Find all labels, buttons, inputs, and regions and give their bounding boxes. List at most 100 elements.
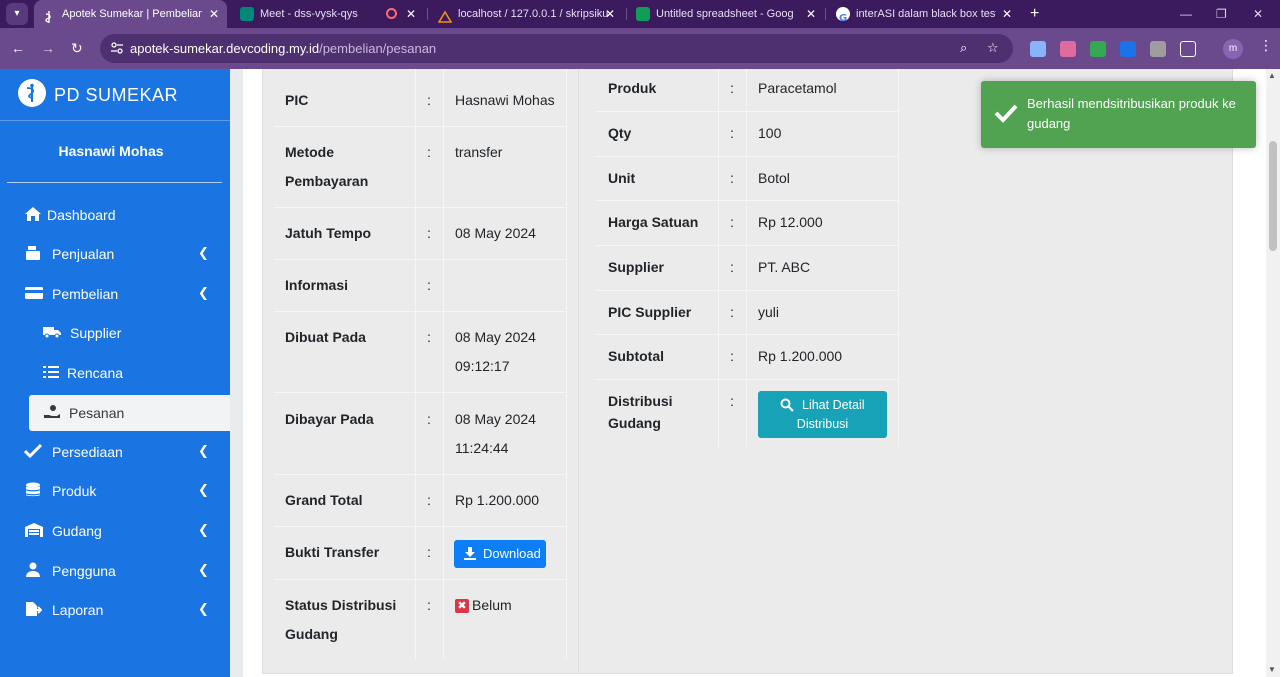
close-window-icon[interactable]: ✕ xyxy=(1253,0,1263,28)
camera-extension-icon[interactable] xyxy=(1150,41,1166,57)
profile-avatar[interactable]: m xyxy=(1223,39,1243,59)
separator: : xyxy=(427,492,431,508)
sidebar-item-label: Dashboard xyxy=(47,207,116,223)
sidebar-item-supplier[interactable]: Supplier xyxy=(0,315,230,351)
harga-satuan-label: Harga Satuan xyxy=(608,214,699,230)
shield-extension-icon[interactable] xyxy=(1090,41,1106,57)
zoom-icon[interactable]: ⌕ xyxy=(960,40,967,56)
table-row-divider xyxy=(596,200,898,201)
sidebar-item-pesanan[interactable]: Pesanan xyxy=(29,395,230,431)
sidebar-item-dashboard[interactable]: Dashboard xyxy=(0,197,230,233)
list-icon xyxy=(42,364,60,380)
scroll-down-icon[interactable]: ▼ xyxy=(1268,665,1276,674)
google-icon: G xyxy=(836,7,850,24)
dibayar-time: 11:24:44 xyxy=(455,440,509,456)
qty-value: 100 xyxy=(758,125,782,141)
separator: : xyxy=(730,304,734,320)
sidebar-item-persediaan[interactable]: Persediaan ❮ xyxy=(0,434,230,470)
chevron-left-icon: ❮ xyxy=(198,245,209,260)
dibuat-date: 08 May 2024 xyxy=(455,329,536,345)
separator: : xyxy=(730,393,734,409)
sidebar-user-name[interactable]: Hasnawi Mohas xyxy=(0,143,222,159)
sidebar-item-gudang[interactable]: Gudang ❮ xyxy=(0,513,230,549)
pma-icon xyxy=(437,7,453,23)
credit-card-icon xyxy=(24,285,43,301)
sidebar-item-pengguna[interactable]: Pengguna ❮ xyxy=(0,553,230,589)
site-info-icon[interactable] xyxy=(110,41,124,55)
tab-interasi[interactable]: G interASI dalam black box testing ✕ xyxy=(828,0,1023,28)
tab-search-icon[interactable]: ▾ xyxy=(6,3,28,25)
detail-button-label: Lihat Detail xyxy=(802,398,865,412)
gear-extension-icon[interactable] xyxy=(1120,41,1136,57)
close-tab-icon[interactable]: ✕ xyxy=(406,0,416,28)
url-host: apotek-sumekar.devcoding.my.id xyxy=(130,41,320,56)
check-icon xyxy=(994,103,1018,128)
brand[interactable]: PD SUMEKAR xyxy=(0,69,230,121)
informasi-label: Informasi xyxy=(285,277,349,293)
sidebar-item-penjualan[interactable]: Penjualan ❮ xyxy=(0,236,230,272)
svg-text:G: G xyxy=(839,13,847,24)
sidebar-item-label: Rencana xyxy=(67,365,124,381)
check-icon xyxy=(23,443,43,459)
success-toast[interactable]: Berhasil mendsitribusikan produk ke guda… xyxy=(981,81,1256,148)
tab-spreadsheet[interactable]: Untitled spreadsheet - Google S ✕ xyxy=(628,0,823,28)
separator: : xyxy=(730,348,734,364)
separator: : xyxy=(427,544,431,560)
browser-menu-icon[interactable]: ⋮ xyxy=(1259,37,1273,54)
pic-value: Hasnawi Mohas xyxy=(455,92,555,108)
metode-value: transfer xyxy=(455,144,503,160)
browser-tab-bar: ▾ Apotek Sumekar | Pembelian Pe ✕ Meet -… xyxy=(0,0,1280,28)
new-tab-button[interactable]: + xyxy=(1030,0,1039,28)
cross-mark-icon: ✖ xyxy=(455,599,469,613)
detail-button-label-line2: Distribusi xyxy=(796,417,849,431)
subtotal-value: Rp 1.200.000 xyxy=(758,348,843,364)
address-bar[interactable]: apotek-sumekar.devcoding.my.id/pembelian… xyxy=(100,34,1013,63)
devtools-extension-icon[interactable] xyxy=(1030,41,1046,57)
produk-value: Paracetamol xyxy=(758,80,837,96)
close-tab-icon[interactable]: ✕ xyxy=(1002,0,1012,28)
download-button[interactable]: Download xyxy=(454,540,546,568)
sheets-icon xyxy=(636,7,650,21)
sidebar-item-pembelian[interactable]: Pembelian ❮ xyxy=(0,276,230,312)
scrollbar-thumb[interactable] xyxy=(1269,141,1277,251)
close-tab-icon[interactable]: ✕ xyxy=(209,0,219,28)
tab-separator xyxy=(825,8,826,20)
jatuh-tempo-label: Jatuh Tempo xyxy=(285,225,372,241)
reload-icon[interactable]: ↻ xyxy=(71,38,83,58)
sidebar-item-rencana[interactable]: Rencana xyxy=(0,355,230,391)
sidebar-item-label: Pengguna xyxy=(52,563,116,579)
tab-phpmyadmin[interactable]: localhost / 127.0.0.1 / skripsiku ✕ xyxy=(430,0,622,28)
chevron-left-icon: ❮ xyxy=(198,443,209,458)
column-divider xyxy=(578,69,579,673)
page-scrollbar[interactable]: ▲ ▼ xyxy=(1266,69,1280,677)
separator: : xyxy=(427,277,431,293)
tab-meet[interactable]: Meet - dss-vysk-qys ✕ xyxy=(232,0,422,28)
sidebar-item-laporan[interactable]: Laporan ❮ xyxy=(0,592,230,628)
sidebar-item-label: Gudang xyxy=(52,523,102,539)
restore-icon[interactable]: ❐ xyxy=(1216,0,1227,28)
cash-register-icon xyxy=(24,245,42,261)
order-detail-panel xyxy=(262,69,1233,673)
table-row-divider xyxy=(274,311,566,312)
separator: : xyxy=(427,329,431,345)
sidebar-item-produk[interactable]: Produk ❮ xyxy=(0,473,230,509)
unit-value: Botol xyxy=(758,170,790,186)
close-tab-icon[interactable]: ✕ xyxy=(806,0,816,28)
supplier-value: PT. ABC xyxy=(758,259,811,275)
puzzle-extensions-icon[interactable] xyxy=(1180,41,1196,57)
close-tab-icon[interactable]: ✕ xyxy=(605,0,615,28)
table-column-line xyxy=(415,69,416,659)
table-column-line xyxy=(566,69,567,659)
table-column-line xyxy=(898,69,899,447)
minimize-icon[interactable]: — xyxy=(1180,0,1192,28)
tab-apotek-sumekar[interactable]: Apotek Sumekar | Pembelian Pe ✕ xyxy=(34,0,227,28)
chevron-left-icon: ❮ xyxy=(198,482,209,497)
download-icon xyxy=(463,546,477,563)
bookmark-star-icon[interactable]: ☆ xyxy=(987,40,999,56)
scroll-up-icon[interactable]: ▲ xyxy=(1268,71,1276,80)
extension-icon[interactable] xyxy=(1060,41,1076,57)
back-icon[interactable]: ← xyxy=(11,38,25,58)
lihat-detail-distribusi-button[interactable]: Lihat Detail Distribusi xyxy=(758,391,887,438)
tab-label: Untitled spreadsheet - Google S xyxy=(656,8,794,20)
forward-icon[interactable]: → xyxy=(41,38,55,58)
